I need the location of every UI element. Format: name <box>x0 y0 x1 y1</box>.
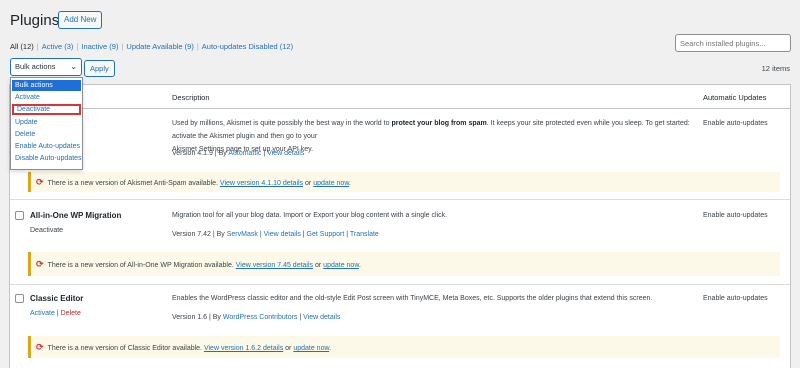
author-link[interactable]: WordPress Contributors <box>223 314 298 321</box>
filter-all[interactable]: All (12) <box>10 42 34 51</box>
bulk-option-delete[interactable]: Delete <box>12 129 81 140</box>
view-details-link[interactable]: View details <box>267 150 304 157</box>
column-automatic-updates: Automatic Updates <box>703 93 767 102</box>
plugin-description: Enables the WordPress classic editor and… <box>172 295 653 302</box>
notice-text: . <box>358 262 361 269</box>
update-icon: ⟳ <box>36 342 44 352</box>
update-icon: ⟳ <box>36 177 44 187</box>
update-now-link[interactable]: update now <box>323 262 359 269</box>
view-details-link[interactable]: View details <box>264 231 301 238</box>
status-filters: All (12) | Active (3) | Inactive (9) | Update … <box>10 42 293 51</box>
filter-inactive[interactable]: Inactive (9) <box>81 42 118 51</box>
notice-text: There is a new version of Classic Editor… <box>47 345 204 352</box>
deactivate-link[interactable]: Deactivate <box>30 224 63 237</box>
enable-auto-updates-link[interactable]: Enable auto-updates <box>703 292 768 305</box>
notice-text: There is a new version of Akismet Anti-S… <box>47 180 220 187</box>
plugin-checkbox[interactable] <box>15 294 24 303</box>
row-divider <box>10 199 790 200</box>
column-description: Description <box>172 93 210 102</box>
description-text: Used by millions, Akismet is quite possi… <box>172 120 392 127</box>
bulk-actions-select[interactable]: Bulk actions ⌄ <box>10 58 82 76</box>
update-notice-text: ⟳ There is a new version of Classic Edito… <box>36 341 331 355</box>
bulk-option-enable-auto-updates[interactable]: Enable Auto-updates <box>12 141 81 152</box>
bulk-actions-dropdown: Bulk actions Activate Deactivate Update … <box>10 77 83 170</box>
notice-text: . <box>329 345 332 352</box>
delete-link[interactable]: Delete <box>61 310 81 317</box>
notice-text: or <box>303 180 314 187</box>
plugin-version-line: Version 4.1.9 | By Automattic | View det… <box>172 147 304 160</box>
enable-auto-updates-link[interactable]: Enable auto-updates <box>703 117 768 130</box>
author-link[interactable]: ServMask <box>227 231 258 238</box>
bulk-option-deactivate[interactable]: Deactivate <box>12 104 81 115</box>
add-new-button[interactable]: Add New <box>58 11 103 29</box>
plugin-checkbox[interactable] <box>15 211 24 220</box>
view-version-details-link[interactable]: View version 7.45 details <box>236 262 313 269</box>
plugin-version-line: Version 1.6 | By WordPress Contributors … <box>172 311 340 324</box>
update-notice-text: ⟳ There is a new version of Akismet Anti-… <box>36 176 351 190</box>
bulk-option-bulk-actions[interactable]: Bulk actions <box>12 80 81 91</box>
translate-link[interactable]: Translate <box>350 231 379 238</box>
enable-auto-updates-link[interactable]: Enable auto-updates <box>703 209 768 222</box>
update-now-link[interactable]: update now <box>313 180 349 187</box>
update-notice-text: ⟳ There is a new version of All-in-One WP… <box>36 258 361 272</box>
items-count: 12 items <box>761 64 790 73</box>
filter-separator: | <box>196 42 199 51</box>
filter-separator: | <box>36 42 39 51</box>
version-text: Version 4.1.9 | By <box>172 150 229 157</box>
notice-text: There is a new version of All-in-One WP … <box>47 262 236 269</box>
plugin-description: Migration tool for all your blog data. I… <box>172 212 448 219</box>
notice-text: . <box>349 180 351 187</box>
plugin-name: Classic Editor <box>30 294 84 303</box>
bulk-option-update[interactable]: Update <box>12 117 81 128</box>
page-title: Plugins <box>10 12 60 29</box>
filter-active[interactable]: Active (3) <box>42 42 74 51</box>
filter-separator: | <box>121 42 124 51</box>
bulk-option-disable-auto-updates[interactable]: Disable Auto-updates <box>12 153 82 164</box>
view-version-details-link[interactable]: View version 4.1.10 details <box>220 180 303 187</box>
apply-button[interactable]: Apply <box>84 60 115 77</box>
plugin-version-line: Version 7.42 | By ServMask | View detail… <box>172 228 379 241</box>
update-icon: ⟳ <box>36 259 44 269</box>
bulk-option-activate[interactable]: Activate <box>12 92 81 103</box>
update-now-link[interactable]: update now <box>293 345 329 352</box>
notice-text: or <box>313 262 324 269</box>
plugin-actions: Activate | Delete <box>30 307 81 320</box>
activate-link[interactable]: Activate <box>30 310 55 317</box>
view-details-link[interactable]: View details <box>303 314 340 321</box>
view-version-details-link[interactable]: View version 1.6.2 details <box>204 345 283 352</box>
version-text: Version 1.6 | By <box>172 314 223 321</box>
filter-separator: | <box>76 42 79 51</box>
bulk-actions-value: Bulk actions <box>15 62 56 71</box>
author-link[interactable]: Automattic <box>228 150 261 157</box>
notice-text: or <box>283 345 294 352</box>
get-support-link[interactable]: Get Support <box>307 231 345 238</box>
filter-auto-updates-disabled[interactable]: Auto-updates Disabled (12) <box>202 42 293 51</box>
description-bold: protect your blog from spam <box>391 120 487 127</box>
chevron-down-icon: ⌄ <box>70 62 77 71</box>
version-text: Version 7.42 | By <box>172 231 227 238</box>
plugin-name: All-in-One WP Migration <box>30 211 122 220</box>
row-divider <box>10 284 790 285</box>
filter-update-available[interactable]: Update Available (9) <box>126 42 193 51</box>
table-header <box>9 84 791 109</box>
search-plugins-input[interactable] <box>675 34 791 52</box>
